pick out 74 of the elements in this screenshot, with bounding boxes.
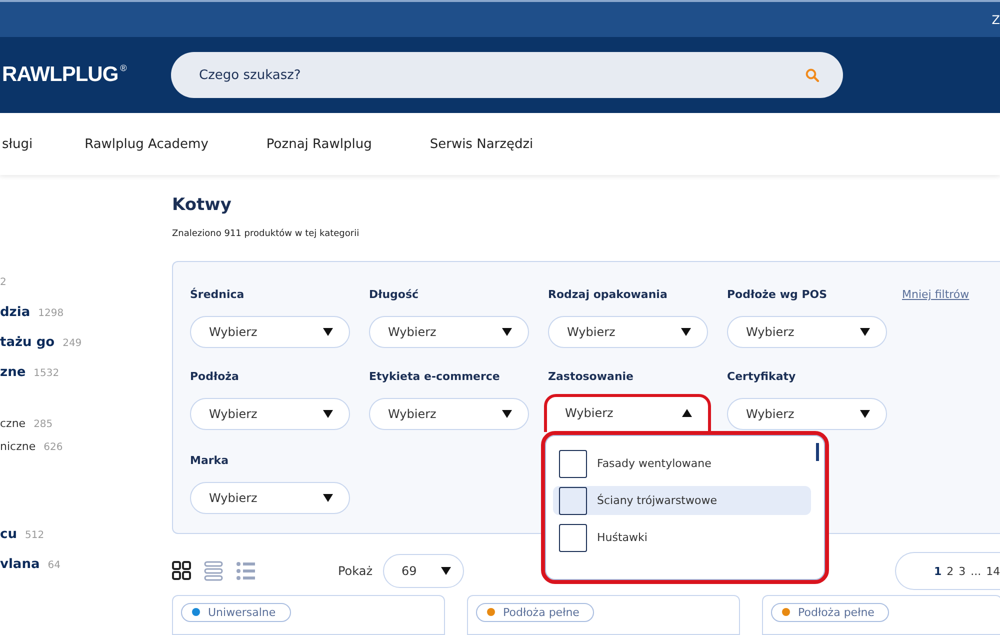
grid-view-icon[interactable]: [172, 561, 192, 581]
filter-dropdown[interactable]: Wybierz: [369, 316, 529, 348]
product-card[interactable]: Podłoża pełne: [467, 595, 740, 635]
category-link[interactable]: zne: [0, 362, 26, 384]
page-link[interactable]: 2: [946, 564, 954, 578]
search-field[interactable]: Czego szukasz?: [171, 52, 843, 98]
page-link[interactable]: 3: [958, 564, 966, 578]
product-count: 512: [24, 530, 44, 541]
filter-dropdown[interactable]: Wybierz: [544, 394, 711, 432]
filter-label: Średnica: [190, 288, 246, 301]
filter-label: Podłoża: [190, 370, 240, 383]
filter-label: Zastosowanie: [548, 370, 635, 383]
caret-down-icon: [860, 410, 870, 418]
results-summary: Znaleziono 911 produktów w tej kategorii: [172, 229, 360, 239]
page-link[interactable]: ...: [970, 564, 982, 578]
caret-down-icon: [502, 410, 512, 418]
category-link[interactable]: tażu go: [0, 332, 55, 354]
nav-link[interactable]: Rawlplug Academy: [84, 136, 208, 152]
category-link[interactable]: vlana: [0, 554, 40, 576]
top-bar-link[interactable]: Z: [992, 12, 1000, 26]
scrollbar-thumb[interactable]: [816, 443, 819, 461]
page-link[interactable]: 14: [986, 564, 1000, 578]
product-card[interactable]: Uniwersalne: [172, 595, 445, 635]
category-link[interactable]: czne: [0, 416, 26, 431]
caret-down-icon: [681, 328, 691, 336]
product-count: 64: [48, 560, 60, 571]
product-count: 2: [0, 277, 6, 288]
show-label: Pokaż: [338, 564, 373, 578]
filter-label: Certyfikaty: [727, 370, 797, 383]
filter-label: Podłoże wg POS: [727, 288, 828, 301]
logo[interactable]: RAWLPLUG$^{®}$: [2, 63, 171, 87]
page-title: Kotwy: [172, 195, 232, 215]
tag-label: Podłoża pełne: [798, 606, 874, 618]
nav-link[interactable]: sługi: [2, 136, 33, 152]
product-count: 1532: [34, 368, 60, 379]
list-view-icon[interactable]: [236, 561, 256, 581]
filter-label: Etykieta e-commerce: [369, 370, 501, 383]
category-link[interactable]: dzia: [0, 302, 30, 324]
caret-up-icon: [682, 408, 692, 416]
rows-view-icon[interactable]: [204, 561, 224, 581]
nav-link[interactable]: Poznaj Rawlplug: [266, 136, 372, 152]
caret-down-icon: [860, 328, 870, 336]
category-link[interactable]: cu: [0, 524, 17, 546]
filter-dropdown[interactable]: Wybierz: [727, 316, 887, 348]
less-filters-link[interactable]: Mniej filtrów: [902, 288, 1000, 348]
filter-label: Marka: [190, 454, 230, 467]
search-icon: [805, 68, 819, 82]
filter-dropdown[interactable]: Wybierz: [190, 398, 350, 430]
filter-label: Długość: [369, 288, 420, 301]
page-link[interactable]: 1: [934, 564, 942, 578]
tag-label: Uniwersalne: [208, 606, 276, 618]
dropdown-option[interactable]: Fasady wentylowane: [553, 449, 811, 478]
caret-down-icon: [502, 328, 512, 336]
product-count: 285: [34, 419, 53, 430]
dropdown-option[interactable]: Ściany trójwarstwowe: [553, 486, 811, 515]
filter-dropdown[interactable]: Wybierz: [369, 398, 529, 430]
product-count: 249: [62, 338, 82, 349]
tag-label: Podłoża pełne: [503, 606, 580, 618]
filter-dropdown[interactable]: Wybierz: [190, 482, 350, 514]
product-count: 626: [44, 442, 63, 453]
caret-down-icon: [323, 328, 333, 336]
filter-dropdown[interactable]: Wybierz: [727, 398, 887, 430]
caret-down-icon: [440, 567, 451, 575]
nav-link[interactable]: Serwis Narzędzi: [430, 136, 534, 152]
category-link[interactable]: niczne: [0, 439, 36, 454]
filter-dropdown[interactable]: Wybierz: [190, 316, 350, 348]
per-page-dropdown[interactable]: 69: [382, 554, 464, 588]
dropdown-option[interactable]: Huśtawki: [553, 523, 811, 552]
caret-down-icon: [323, 494, 333, 502]
product-count: 1298: [38, 308, 64, 319]
filter-label: Rodzaj opakowania: [548, 288, 668, 301]
caret-down-icon: [323, 410, 333, 418]
product-card[interactable]: Podłoża pełne: [762, 595, 1000, 635]
filter-dropdown[interactable]: Wybierz: [548, 316, 708, 348]
